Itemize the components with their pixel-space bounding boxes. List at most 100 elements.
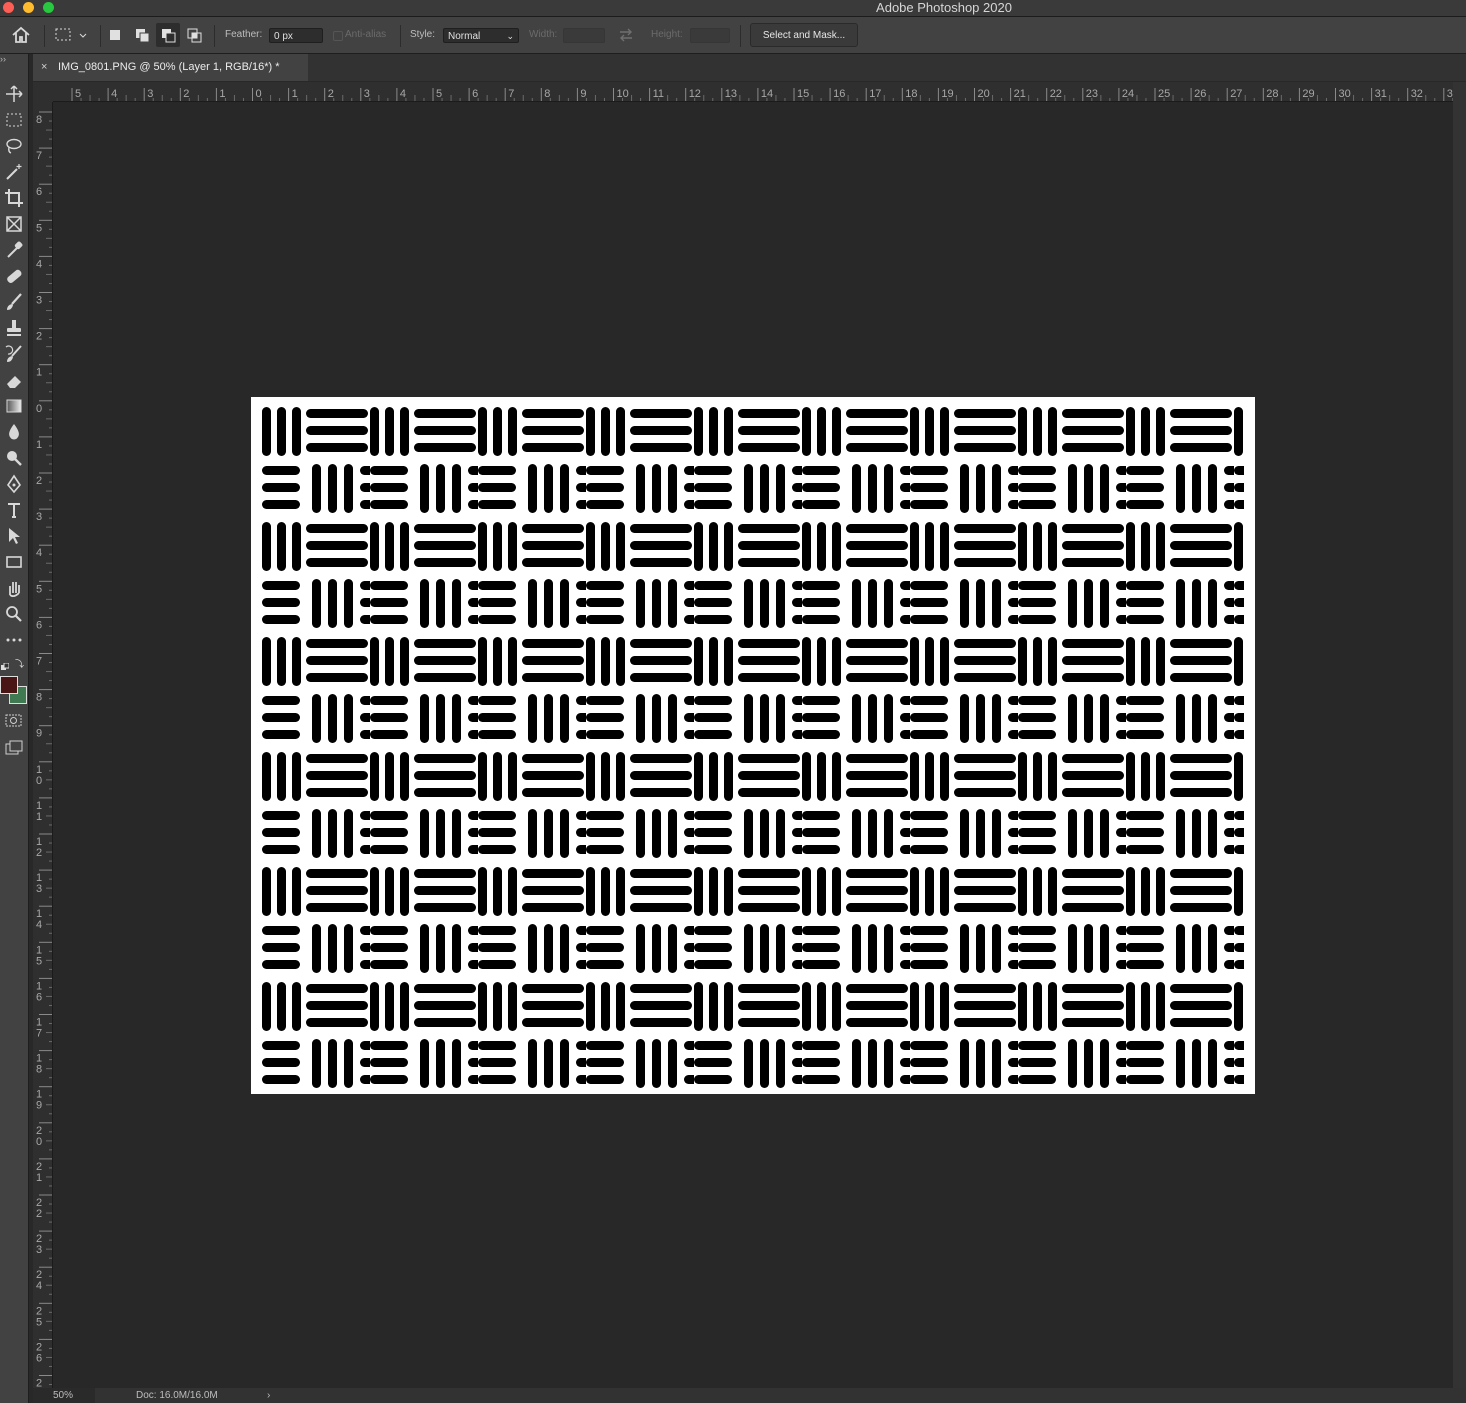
ruler-label: 6 — [36, 186, 42, 198]
ruler-label: 12 — [689, 88, 701, 100]
horizontal-ruler[interactable]: 5 4 3 2 1 0 1 2 3 4 5 6 7 8 9 10 11 12 13 14 15 16 17 18 19 20 21 2… — [53, 82, 1453, 102]
width-input[interactable] — [563, 28, 605, 43]
history-brush-tool-icon[interactable] — [3, 343, 25, 365]
ruler-label: 5 — [436, 88, 442, 100]
ruler-label: 14 — [761, 88, 773, 100]
ruler-label: 3 — [36, 1244, 42, 1256]
zoom-tool-icon[interactable] — [3, 603, 25, 625]
dodge-tool-icon[interactable] — [3, 447, 25, 469]
blur-tool-icon[interactable] — [3, 421, 25, 443]
ruler-label: 7 — [36, 1028, 42, 1040]
ruler-label: 6 — [36, 619, 42, 631]
eyedropper-tool-icon[interactable] — [3, 239, 25, 261]
ruler-label: 23 — [1086, 88, 1098, 100]
intersect-selection-icon[interactable] — [186, 27, 202, 43]
ruler-label: 17 — [869, 88, 881, 100]
ruler-label: 8 — [36, 114, 42, 126]
ruler-label: 2 — [36, 847, 42, 859]
ruler-label: 11 — [653, 88, 664, 100]
add-to-selection-icon[interactable] — [134, 27, 150, 43]
editbar-tool-icon[interactable] — [3, 629, 25, 651]
document-canvas-image[interactable] — [251, 397, 1255, 1094]
frame-tool-icon[interactable] — [3, 213, 25, 235]
ruler-label: 2 — [328, 88, 334, 100]
ruler-label: 7 — [36, 656, 42, 668]
document-size: Doc: 16.0M/16.0M — [136, 1390, 218, 1401]
pen-tool-icon[interactable] — [3, 473, 25, 495]
new-selection-icon[interactable] — [110, 30, 120, 40]
eraser-tool-icon[interactable] — [3, 369, 25, 391]
magic-wand-tool-icon[interactable] — [3, 161, 25, 183]
ruler-label: 15 — [797, 88, 809, 100]
close-icon[interactable]: × — [41, 54, 47, 81]
swap-dimensions-icon[interactable] — [618, 27, 634, 43]
ruler-label: 3 — [36, 295, 42, 307]
feather-label: Feather: — [225, 29, 263, 40]
feather-input[interactable]: 0 px — [269, 28, 323, 43]
ruler-label: 4 — [36, 1280, 42, 1292]
ruler-label: 5 — [36, 955, 42, 967]
ruler-label: 2 — [36, 1208, 42, 1220]
ruler-label: 4 — [400, 88, 406, 100]
ruler-label: 2 — [36, 331, 42, 343]
ruler-label: 25 — [1158, 88, 1170, 100]
clone-stamp-tool-icon[interactable] — [3, 317, 25, 339]
chevron-down-icon: ⌄ — [506, 31, 514, 41]
title-bar: Adobe Photoshop 2020 — [0, 0, 1466, 17]
height-input[interactable] — [690, 28, 730, 43]
ruler-label: 29 — [1302, 88, 1314, 100]
ruler-label: 8 — [36, 692, 42, 704]
zoom-level[interactable]: 50% — [53, 1388, 73, 1403]
hand-tool-icon[interactable] — [3, 577, 25, 599]
quick-mask-icon[interactable] — [5, 714, 23, 728]
foreground-color-swatch[interactable] — [0, 676, 18, 694]
ruler-label: 2 — [36, 1378, 42, 1389]
ruler-label: 2 — [36, 475, 42, 487]
path-selection-tool-icon[interactable] — [3, 525, 25, 547]
vertical-ruler[interactable]: 8765432101234567891011121314151617181920… — [33, 102, 53, 1388]
ruler-label: 3 — [36, 883, 42, 895]
subtract-from-selection-icon[interactable] — [156, 23, 180, 47]
document-tab[interactable]: × IMG_0801.PNG @ 50% (Layer 1, RGB/16*) … — [33, 54, 308, 81]
select-and-mask-button[interactable]: Select and Mask... — [750, 23, 858, 47]
ruler-origin[interactable] — [33, 82, 53, 102]
ruler-label: 6 — [36, 991, 42, 1003]
document-tab-title: IMG_0801.PNG @ 50% (Layer 1, RGB/16*) * — [58, 61, 280, 73]
screen-mode-icon[interactable] — [5, 740, 23, 756]
gradient-tool-icon[interactable] — [3, 395, 25, 417]
ruler-label: 5 — [36, 1316, 42, 1328]
move-tool-icon[interactable] — [3, 83, 25, 105]
ruler-label: 9 — [580, 88, 586, 100]
healing-brush-tool-icon[interactable] — [3, 265, 25, 287]
marquee-preset-icon[interactable] — [54, 26, 90, 44]
lasso-tool-icon[interactable] — [3, 135, 25, 157]
ruler-label: 9 — [36, 1100, 42, 1112]
swap-colors-icon[interactable]: ⤵ — [15, 657, 24, 670]
rectangle-tool-icon[interactable] — [3, 551, 25, 573]
brush-tool-icon[interactable] — [3, 291, 25, 313]
antialias-label: Anti-alias — [345, 29, 387, 40]
crop-tool-icon[interactable] — [3, 187, 25, 209]
antialias-checkbox[interactable] — [333, 31, 343, 41]
ruler-label: 4 — [111, 88, 117, 100]
panel-collapse-icon[interactable]: ›› — [0, 54, 6, 64]
status-bar: 50% Doc: 16.0M/16.0M › — [33, 1388, 1466, 1403]
default-colors-icon[interactable] — [1, 658, 10, 670]
style-select[interactable]: Normal ⌄ — [443, 28, 519, 43]
ruler-label: 27 — [1230, 88, 1242, 100]
ruler-label: 5 — [75, 88, 81, 100]
ruler-label: 21 — [1014, 88, 1026, 100]
marquee-tool-icon[interactable] — [3, 109, 25, 131]
ruler-label: 0 — [36, 775, 42, 787]
vertical-scrollbar[interactable] — [1453, 82, 1466, 1388]
ruler-label: 4 — [36, 258, 42, 270]
ruler-label: 8 — [36, 1064, 42, 1076]
type-tool-icon[interactable] — [3, 499, 25, 521]
ruler-label: 0 — [256, 88, 262, 100]
ruler-label: 20 — [978, 88, 990, 100]
status-menu-arrow[interactable]: › — [267, 1388, 270, 1403]
ruler-label: 32 — [1411, 88, 1423, 100]
ruler-label: 5 — [36, 583, 42, 595]
ruler-label: 8 — [544, 88, 550, 100]
home-icon[interactable] — [10, 25, 32, 45]
